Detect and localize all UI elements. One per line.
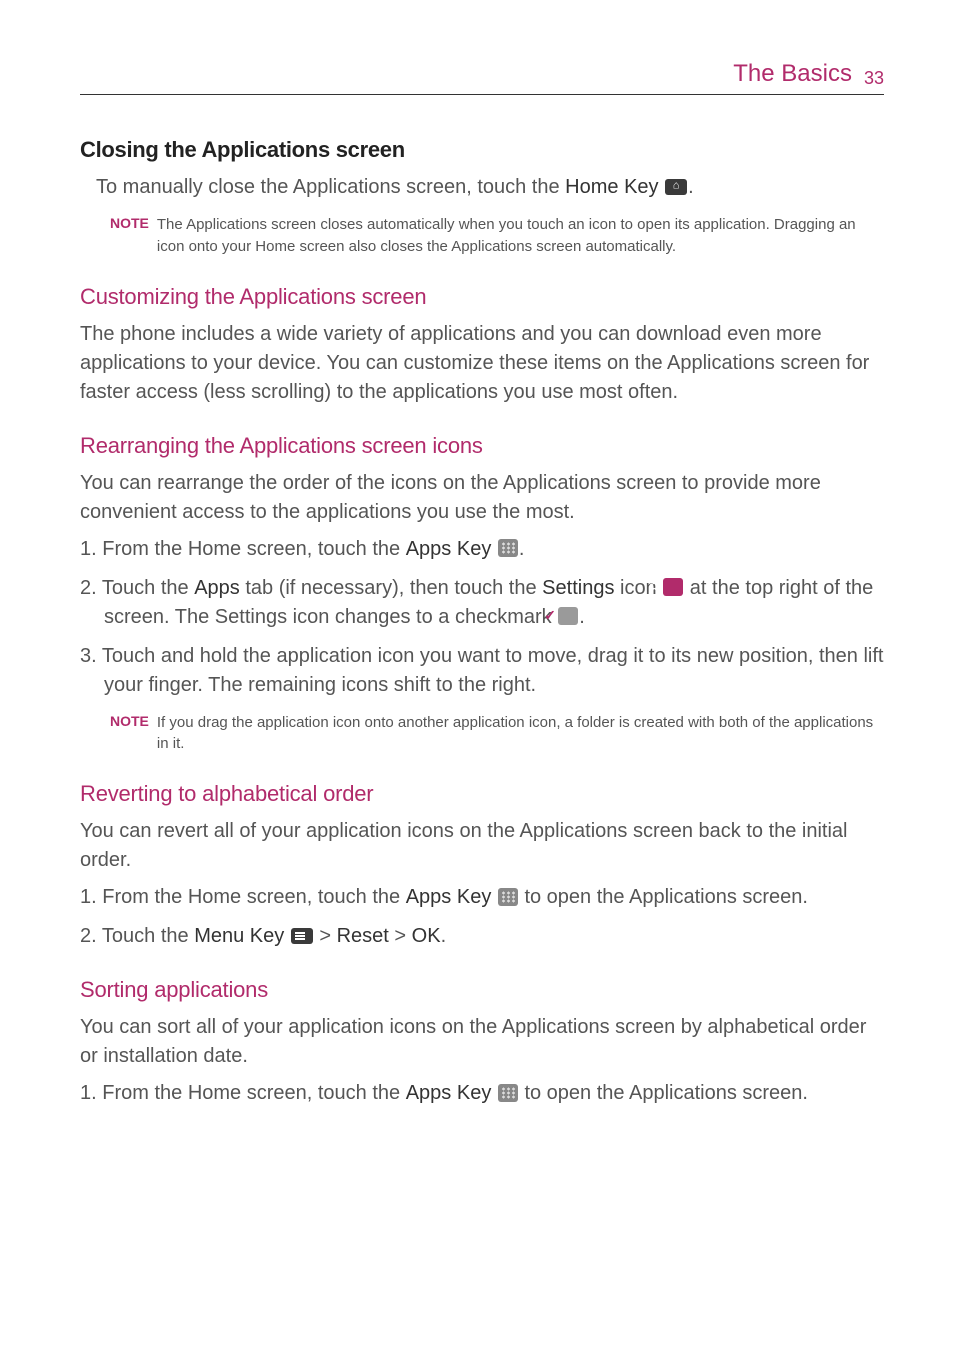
apps-key-icon bbox=[498, 888, 518, 906]
reverting-steps: From the Home screen, touch the Apps Key… bbox=[80, 883, 884, 951]
heading-closing-apps: Closing the Applications screen bbox=[80, 137, 884, 163]
apps-tab-label: Apps bbox=[194, 577, 240, 599]
heading-customizing: Customizing the Applications screen bbox=[80, 284, 884, 310]
page-header: The Basics 33 bbox=[80, 60, 884, 95]
note-rearranging: NOTE If you drag the application icon on… bbox=[80, 712, 884, 756]
text: From the Home screen, touch the bbox=[102, 1082, 405, 1104]
apps-key-label: Apps Key bbox=[406, 1082, 492, 1104]
checkmark-icon bbox=[558, 607, 578, 625]
text: From the Home screen, touch the bbox=[102, 538, 405, 560]
page-number: 33 bbox=[864, 68, 884, 89]
section-title: The Basics bbox=[733, 60, 852, 88]
step-1: From the Home screen, touch the Apps Key… bbox=[80, 883, 884, 912]
text: . bbox=[688, 176, 694, 198]
text: tab (if necessary), then touch the bbox=[240, 577, 542, 599]
customizing-body: The phone includes a wide variety of app… bbox=[80, 320, 884, 407]
note-label: NOTE bbox=[110, 712, 149, 756]
settings-label: Settings bbox=[542, 577, 614, 599]
note-text: If you drag the application icon onto an… bbox=[157, 712, 884, 756]
note-closing: NOTE The Applications screen closes auto… bbox=[80, 214, 884, 258]
text: To manually close the Applications scree… bbox=[96, 176, 565, 198]
reverting-body: You can revert all of your application i… bbox=[80, 817, 884, 875]
step-1: From the Home screen, touch the Apps Key… bbox=[80, 1079, 884, 1108]
sorting-body: You can sort all of your application ico… bbox=[80, 1013, 884, 1071]
text: From the Home screen, touch the bbox=[102, 886, 405, 908]
step-2: Touch the Menu Key > Reset > OK. bbox=[80, 922, 884, 951]
text: . bbox=[519, 538, 525, 560]
text: Touch the bbox=[102, 925, 194, 947]
step-2: Touch the Apps tab (if necessary), then … bbox=[80, 574, 884, 632]
rearranging-body: You can rearrange the order of the icons… bbox=[80, 469, 884, 527]
text: . bbox=[579, 606, 585, 628]
reset-label: Reset bbox=[337, 925, 389, 947]
heading-rearranging: Rearranging the Applications screen icon… bbox=[80, 433, 884, 459]
text: to open the Applications screen. bbox=[519, 886, 808, 908]
settings-icon bbox=[663, 578, 683, 596]
apps-key-icon bbox=[498, 539, 518, 557]
menu-key-icon bbox=[291, 928, 313, 944]
menu-key-label: Menu Key bbox=[194, 925, 284, 947]
apps-key-label: Apps Key bbox=[406, 886, 492, 908]
step-1: From the Home screen, touch the Apps Key… bbox=[80, 535, 884, 564]
text: Touch the bbox=[102, 577, 194, 599]
heading-sorting: Sorting applications bbox=[80, 977, 884, 1003]
sorting-steps: From the Home screen, touch the Apps Key… bbox=[80, 1079, 884, 1108]
ok-label: OK bbox=[412, 925, 441, 947]
text: to open the Applications screen. bbox=[519, 1082, 808, 1104]
rearranging-steps: From the Home screen, touch the Apps Key… bbox=[80, 535, 884, 700]
home-key-icon bbox=[665, 179, 687, 195]
closing-body: To manually close the Applications scree… bbox=[80, 173, 884, 202]
home-key-label: Home Key bbox=[565, 176, 658, 198]
note-text: The Applications screen closes automatic… bbox=[157, 214, 884, 258]
text: > bbox=[314, 925, 337, 947]
apps-key-label: Apps Key bbox=[406, 538, 492, 560]
heading-reverting: Reverting to alphabetical order bbox=[80, 781, 884, 807]
text: > bbox=[389, 925, 412, 947]
note-label: NOTE bbox=[110, 214, 149, 258]
apps-key-icon bbox=[498, 1084, 518, 1102]
text: . bbox=[441, 925, 447, 947]
step-3: Touch and hold the application icon you … bbox=[80, 642, 884, 700]
